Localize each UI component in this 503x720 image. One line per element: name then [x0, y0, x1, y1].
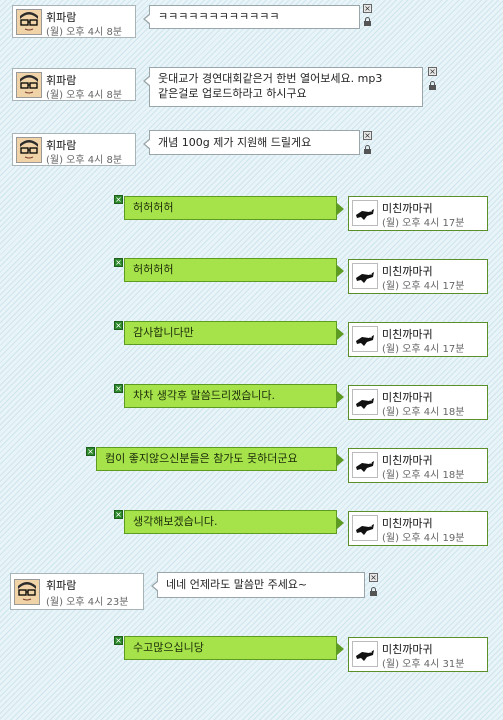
- message-text: 컴이 좋지않으신분들은 참가도 못하더군요: [105, 452, 298, 465]
- lock-icon[interactable]: [369, 587, 378, 596]
- message-bubble: 감사합니다만: [124, 321, 344, 345]
- message-time: (월) 오후 4시 17분: [382, 218, 465, 229]
- lock-icon[interactable]: [363, 145, 372, 154]
- message-bubble: 수고많으십니당: [124, 636, 344, 660]
- close-icon[interactable]: ×: [363, 4, 372, 13]
- message-time: (월) 오후 4시 8분: [46, 27, 123, 38]
- glasses-man-avatar: [16, 137, 42, 163]
- crow-avatar: [352, 263, 378, 289]
- message-text: 허허허허: [133, 263, 174, 276]
- glasses-man-avatar: [16, 9, 42, 35]
- message-time: (월) 오후 4시 8분: [46, 90, 123, 101]
- close-icon[interactable]: ×: [114, 636, 123, 645]
- message-text: 차차 생각후 말씀드리겠습니다.: [133, 389, 276, 402]
- glasses-man-avatar: [14, 579, 40, 605]
- sender-profile[interactable]: 휘파람 (월) 오후 4시 8분: [12, 68, 136, 101]
- lock-icon[interactable]: [428, 81, 437, 90]
- close-icon[interactable]: ×: [363, 131, 372, 140]
- message-text: 허허허허: [133, 201, 174, 214]
- message-bubble: 네네 언제라도 말씀만 주세요~: [151, 572, 365, 598]
- message-bubble: 허허허허: [124, 258, 344, 282]
- sender-name: 휘파람: [46, 579, 77, 592]
- message-text: 수고많으십니당: [133, 641, 204, 654]
- sender-profile[interactable]: 미친까마귀 (월) 오후 4시 18분: [348, 385, 488, 420]
- close-icon[interactable]: ×: [114, 258, 123, 267]
- message-bubble: 생각해보겠습니다.: [124, 510, 344, 534]
- message-text: 웃대교가 경연대회같은거 한번 열어보세요. mp3: [158, 72, 383, 85]
- glasses-man-avatar: [16, 72, 42, 98]
- message-text: 같은걸로 업로드하라고 하시구요: [158, 87, 307, 100]
- message-bubble: 웃대교가 경연대회같은거 한번 열어보세요. mp3 같은걸로 업로드하라고 하…: [143, 67, 423, 107]
- close-icon[interactable]: ×: [86, 447, 95, 456]
- message-time: (월) 오후 4시 18분: [382, 407, 465, 418]
- message-time: (월) 오후 4시 17분: [382, 344, 465, 355]
- sender-profile[interactable]: 휘파람 (월) 오후 4시 8분: [12, 5, 136, 38]
- message-text: 생각해보겠습니다.: [133, 515, 218, 528]
- close-icon[interactable]: ×: [114, 195, 123, 204]
- message-bubble: 허허허허: [124, 196, 344, 220]
- message-time: (월) 오후 4시 17분: [382, 281, 465, 292]
- close-icon[interactable]: ×: [114, 321, 123, 330]
- message-text: 감사합니다만: [133, 326, 194, 339]
- message-text: ㅋㅋㅋㅋㅋㅋㅋㅋㅋㅋㅋㅋ: [158, 10, 280, 23]
- sender-profile[interactable]: 미친까마귀 (월) 오후 4시 17분: [348, 196, 488, 231]
- sender-profile[interactable]: 미친까마귀 (월) 오후 4시 19분: [348, 511, 488, 546]
- close-icon[interactable]: ×: [114, 510, 123, 519]
- message-bubble: ㅋㅋㅋㅋㅋㅋㅋㅋㅋㅋㅋㅋ: [143, 5, 360, 29]
- message-time: (월) 오후 4시 31분: [382, 659, 465, 670]
- sender-profile[interactable]: 미친까마귀 (월) 오후 4시 18분: [348, 448, 488, 483]
- crow-avatar: [352, 515, 378, 541]
- message-time: (월) 오후 4시 18분: [382, 470, 465, 481]
- message-text: 네네 언제라도 말씀만 주세요~: [166, 578, 308, 591]
- sender-profile[interactable]: 미친까마귀 (월) 오후 4시 31분: [348, 637, 488, 672]
- message-time: (월) 오후 4시 8분: [46, 155, 123, 166]
- message-bubble: 컴이 좋지않으신분들은 참가도 못하더군요: [96, 447, 344, 471]
- crow-avatar: [352, 389, 378, 415]
- sender-profile[interactable]: 미친까마귀 (월) 오후 4시 17분: [348, 322, 488, 357]
- crow-avatar: [352, 452, 378, 478]
- message-time: (월) 오후 4시 19분: [382, 533, 465, 544]
- crow-avatar: [352, 326, 378, 352]
- close-icon[interactable]: ×: [428, 67, 437, 76]
- message-time: (월) 오후 4시 23분: [46, 597, 129, 608]
- close-icon[interactable]: ×: [114, 384, 123, 393]
- message-text: 개념 100g 제가 지원해 드릴게요: [158, 136, 312, 149]
- sender-profile[interactable]: 휘파람 (월) 오후 4시 8분: [12, 133, 136, 166]
- message-bubble: 개념 100g 제가 지원해 드릴게요: [143, 130, 360, 155]
- lock-icon[interactable]: [363, 17, 372, 26]
- close-icon[interactable]: ×: [369, 573, 378, 582]
- sender-profile[interactable]: 휘파람 (월) 오후 4시 23분: [10, 573, 144, 610]
- sender-profile[interactable]: 미친까마귀 (월) 오후 4시 17분: [348, 259, 488, 294]
- message-bubble: 차차 생각후 말씀드리겠습니다.: [124, 384, 344, 408]
- crow-avatar: [352, 200, 378, 226]
- crow-avatar: [352, 641, 378, 667]
- chat-window: { "messages": [ {"side":"gray","name":"휘…: [0, 0, 503, 720]
